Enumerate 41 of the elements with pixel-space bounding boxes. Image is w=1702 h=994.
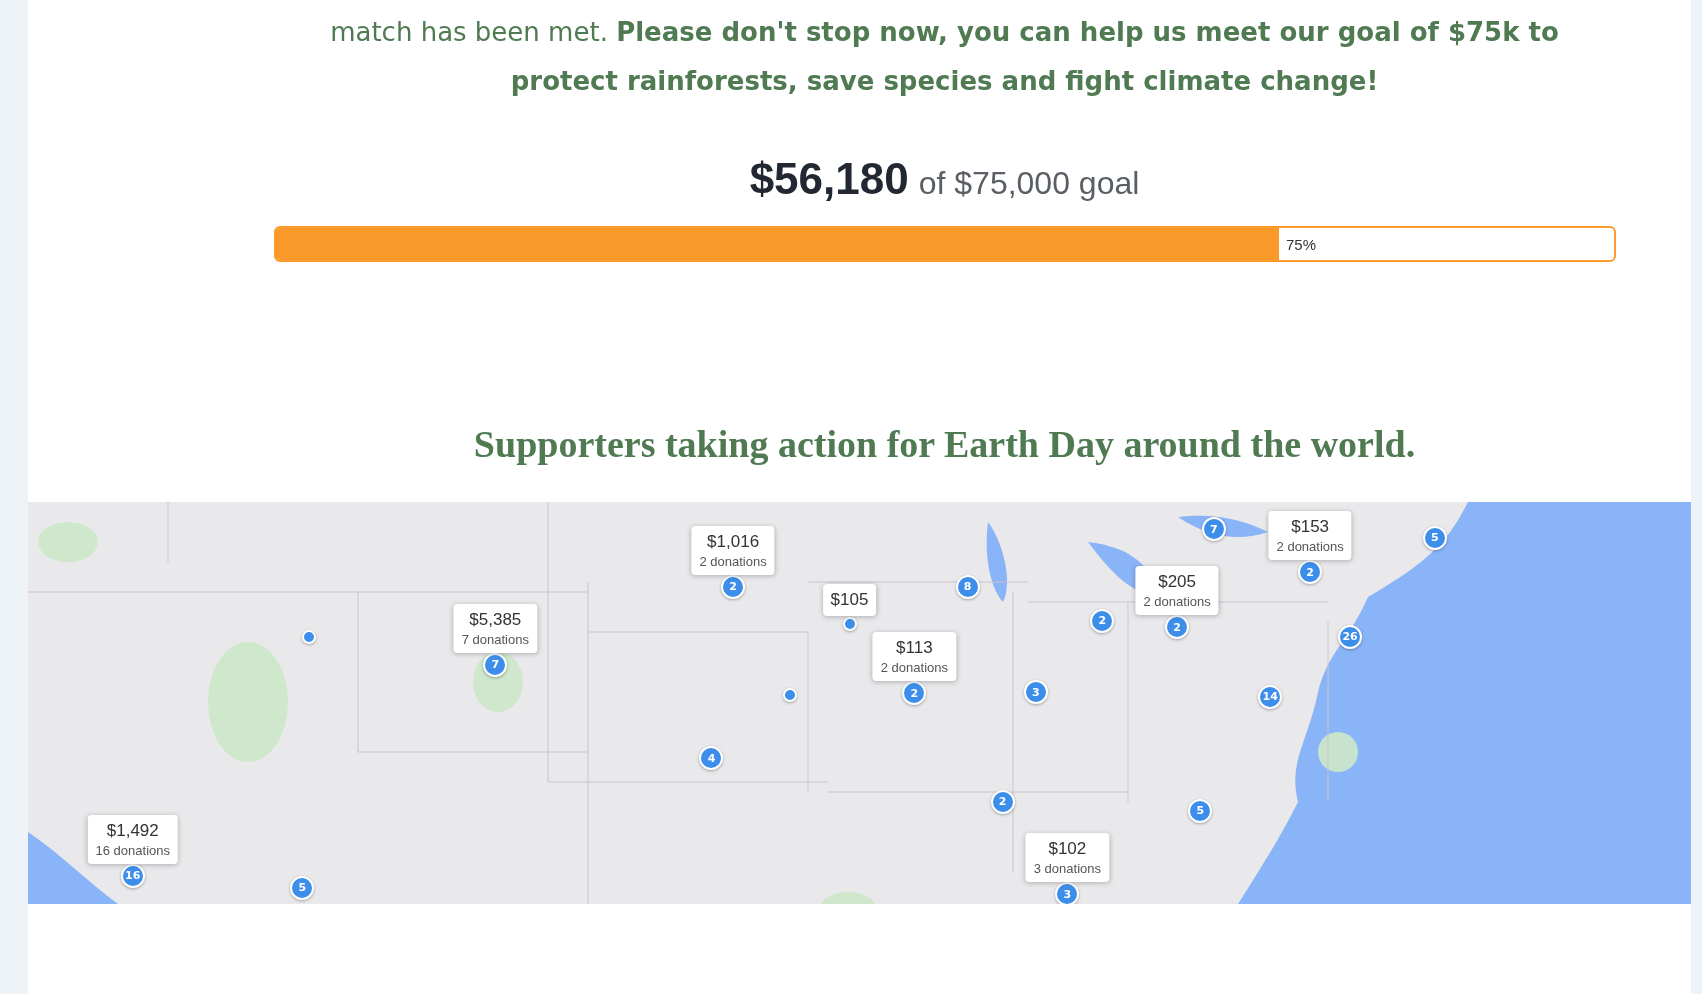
cluster-marker[interactable]: 3 <box>1023 680 1048 705</box>
goal-text: of $75,000 goal <box>918 165 1140 202</box>
donation-count: 16 donations <box>95 842 170 858</box>
cluster-marker[interactable]: 2 <box>1165 615 1190 639</box>
donation-amount: $1,016 <box>707 531 760 552</box>
donation-amount: $113 <box>896 638 933 659</box>
raised-amount: $56,180 <box>749 154 909 204</box>
cluster-marker[interactable]: 5 <box>290 875 315 900</box>
donation-count: 7 donations <box>461 631 529 647</box>
donation-amount: $1,492 <box>106 820 159 841</box>
map-heading: Supporters taking action for Earth Day around the world. <box>473 422 1416 466</box>
cluster-marker[interactable]: 26 <box>1338 624 1363 649</box>
donation-count: 3 donations <box>1033 861 1101 877</box>
cluster-marker[interactable]: 7 <box>1201 517 1226 542</box>
donation-count: 2 donations <box>880 660 948 676</box>
cluster-marker[interactable]: 5 <box>1188 798 1213 823</box>
donation-count: 2 donations <box>699 553 767 569</box>
donation-amount: $105 <box>830 589 869 610</box>
cluster-marker[interactable]: 8 <box>955 574 980 599</box>
donation-count: 2 donations <box>1276 539 1344 555</box>
cluster-marker[interactable]: 4 <box>699 746 724 771</box>
donation-count: 2 donations <box>1143 594 1211 609</box>
appeal-text: match has been met. Please don't stop now, you can help us meet our goal of $75k to protect rainforests, save species and fight climate change! <box>329 16 1560 98</box>
cluster-marker[interactable]: 14 <box>1258 684 1283 709</box>
donation-amount: $102 <box>1048 839 1087 860</box>
donation-map[interactable]: 16 $1,492 16 donations 5 7 $5,385 7 donations 2 $1,016 2 donations $105 4 2 $113 2 donations 8 3 2 3 $102 3 donations 2 2 $205 2 donations 7 2 $153 2 donations 5 26 14 5 <box>28 502 1691 904</box>
donation-amount: $205 <box>1158 572 1197 592</box>
cluster-marker[interactable]: 2 <box>902 681 927 706</box>
location-marker[interactable] <box>842 616 857 631</box>
cluster-marker[interactable]: 2 <box>990 789 1015 814</box>
cluster-marker[interactable]: 2 <box>1298 560 1323 585</box>
cluster-marker[interactable]: 16 <box>120 863 145 888</box>
cluster-marker[interactable]: 2 <box>721 574 746 599</box>
donation-amount: $153 <box>1291 517 1330 538</box>
progress-percent: 75% <box>1286 235 1317 253</box>
donation-amount: $5,385 <box>469 609 522 630</box>
cluster-marker[interactable]: 3 <box>1055 882 1080 904</box>
location-marker[interactable] <box>302 629 317 644</box>
cluster-marker[interactable]: 2 <box>1090 608 1115 633</box>
cluster-marker[interactable]: 5 <box>1422 525 1447 550</box>
location-marker[interactable] <box>782 688 797 703</box>
